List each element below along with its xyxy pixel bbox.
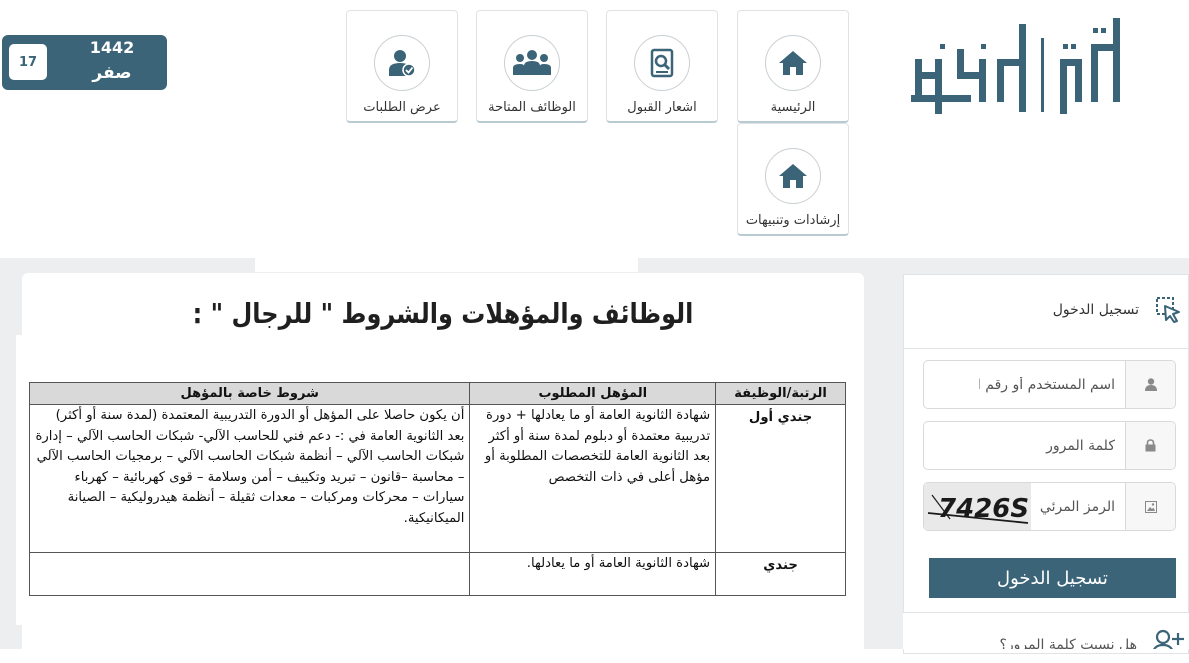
- page-title: الوظائف والمؤهلات والشروط " للرجال " :: [192, 297, 694, 331]
- password-field[interactable]: [923, 421, 1176, 470]
- nav-view-requests-label: عرض الطلبات: [363, 100, 441, 115]
- absher-tawzif-logo[interactable]: [905, 14, 1127, 114]
- column-header-qualification: المؤهل المطلوب: [469, 382, 717, 405]
- captcha-field[interactable]: 7426S: [923, 482, 1176, 531]
- home-icon: [765, 35, 821, 91]
- table-cell-conditions: [28, 552, 471, 596]
- hijri-month: صفر: [92, 63, 132, 83]
- home-icon: [765, 148, 821, 204]
- forgot-password-label: هل نسيت كلمة المرور؟: [999, 637, 1137, 649]
- table-cell-conditions: أن يكون حاصلا على المؤهل أو الدورة التدر…: [28, 404, 471, 553]
- user-icon: [1125, 361, 1175, 408]
- column-header-conditions: شروط خاصة بالمؤهل: [28, 382, 471, 405]
- table-cell-qualification: شهادة الثانوية العامة أو ما يعادلها + دو…: [469, 404, 717, 553]
- jobs-table: الرتبة/الوظيفة المؤهل المطلوب شروط خاصة …: [28, 382, 846, 596]
- table-cell-rank: جندي أول: [715, 404, 846, 553]
- hijri-date-badge: 17 1442 صفر: [2, 35, 167, 90]
- hijri-day: 17: [9, 44, 47, 80]
- nav-available-jobs-label: الوظائف المتاحة: [488, 100, 576, 115]
- table-cell-qualification: شهادة الثانوية العامة أو ما يعادلها.: [469, 552, 717, 596]
- acceptance-notice-icon: [634, 35, 690, 91]
- hijri-year: 1442: [89, 38, 135, 57]
- nav-acceptance-label: اشعار القبول: [627, 100, 697, 115]
- nav-home-label: الرئيسية: [770, 100, 816, 115]
- captcha-input[interactable]: [1027, 495, 1117, 519]
- nav-home-tile[interactable]: الرئيسية: [737, 10, 849, 123]
- tab-strip: [255, 258, 638, 272]
- login-title: تسجيل الدخول: [1052, 302, 1139, 318]
- group-users-icon: [504, 35, 560, 91]
- nav-view-requests-tile[interactable]: عرض الطلبات: [346, 10, 458, 123]
- user-plus-icon: [1152, 629, 1184, 649]
- user-check-icon: [374, 35, 430, 91]
- nav-guidance-label: إرشادات وتنبيهات: [745, 213, 841, 228]
- site-header: الرئيسية اشعار القبول الوظائف المتاحة عر…: [0, 0, 1189, 258]
- table-row: جندي أول شهادة الثانوية العامة أو ما يعا…: [28, 404, 846, 553]
- lock-icon: [1125, 422, 1175, 469]
- cursor-select-icon: [1155, 296, 1181, 328]
- image-icon: [1125, 483, 1175, 530]
- table-row: جندي شهادة الثانوية العامة أو ما يعادلها…: [28, 552, 846, 596]
- password-input[interactable]: [977, 434, 1117, 458]
- nav-acceptance-tile[interactable]: اشعار القبول: [606, 10, 718, 123]
- username-field[interactable]: [923, 360, 1176, 409]
- login-header: تسجيل الدخول: [903, 274, 1189, 349]
- username-input[interactable]: [977, 373, 1117, 397]
- nav-available-jobs-tile[interactable]: الوظائف المتاحة: [476, 10, 588, 123]
- table-cell-rank: جندي: [715, 552, 846, 596]
- forgot-password-link[interactable]: هل نسيت كلمة المرور؟: [903, 612, 1189, 649]
- column-header-rank: الرتبة/الوظيفة: [715, 382, 846, 405]
- table-header-row: الرتبة/الوظيفة المؤهل المطلوب شروط خاصة …: [28, 382, 846, 405]
- captcha-image: 7426S: [924, 483, 1031, 530]
- captcha-text: 7426S: [938, 494, 1029, 524]
- nav-guidance-tile[interactable]: إرشادات وتنبيهات: [737, 123, 849, 236]
- login-button[interactable]: تسجيل الدخول: [929, 558, 1176, 598]
